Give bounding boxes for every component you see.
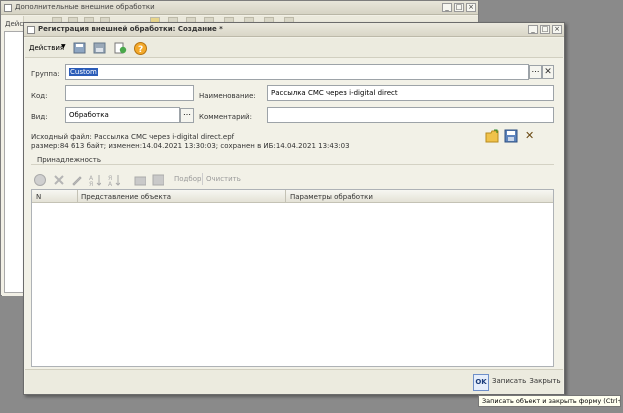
code-field[interactable] xyxy=(65,85,194,101)
table-toolbar: AЯ ЯA Подбор Очистить xyxy=(31,170,554,188)
group-value: Custom xyxy=(69,68,98,76)
save-icon xyxy=(504,129,518,143)
name-value: Рассылка СМС через i-digital direct xyxy=(271,89,398,97)
kind-label: Вид: xyxy=(31,113,48,121)
tab-membership[interactable]: Принадлежность xyxy=(37,156,101,164)
kind-select-button[interactable]: … xyxy=(180,108,194,123)
delete-file-button[interactable]: ✕ xyxy=(525,130,537,143)
group-field[interactable]: Custom xyxy=(65,64,529,80)
svg-text:?: ? xyxy=(138,45,143,55)
ok-tooltip: Записать объект и закрыть форму (Ctrl+En… xyxy=(478,395,621,407)
maximize-icon[interactable]: □ xyxy=(540,25,550,34)
kind-value: Обработка xyxy=(69,111,109,119)
folder-icon xyxy=(485,129,499,143)
column-header-parameters[interactable]: Параметры обработки xyxy=(290,193,373,201)
write-icon xyxy=(93,42,106,54)
save-toolbar-button[interactable] xyxy=(72,41,87,55)
save-file-button[interactable] xyxy=(504,129,519,144)
name-label: Наименование: xyxy=(199,92,256,100)
dialog-footer: OK Записать Закрыть xyxy=(25,369,563,394)
clear-button[interactable]: Очистить xyxy=(206,175,241,183)
actions-menu-label: Действия xyxy=(29,44,65,52)
background-window-title: Дополнительные внешние обработки xyxy=(15,3,155,11)
comment-label: Комментарий: xyxy=(199,113,252,121)
help-icon: ? xyxy=(134,42,147,55)
svg-text:A: A xyxy=(108,181,113,186)
group-clear-button[interactable]: ✕ xyxy=(542,65,554,79)
chevron-down-icon: ▼ xyxy=(61,43,66,50)
sort-ascending-icon[interactable]: AЯ xyxy=(89,174,101,186)
help-button[interactable]: ? xyxy=(133,41,148,55)
close-icon[interactable]: × xyxy=(466,3,476,12)
code-label: Код: xyxy=(31,92,48,100)
copy-document-icon xyxy=(114,42,127,54)
toolbar-divider xyxy=(202,173,203,185)
ok-button[interactable]: OK xyxy=(473,374,489,391)
dialog-toolbar: Действия ▼ ? xyxy=(25,38,563,58)
background-list-frame xyxy=(4,31,24,293)
column-divider xyxy=(77,190,78,203)
background-actions-label: Дейс xyxy=(5,20,24,28)
minimize-icon[interactable]: _ xyxy=(442,3,452,12)
membership-table[interactable]: N Представление объекта Параметры обрабо… xyxy=(31,189,554,367)
dialog-title: Регистрация внешней обработки: Создание … xyxy=(38,25,223,33)
table-header: N Представление объекта Параметры обрабо… xyxy=(32,190,553,203)
column-divider xyxy=(285,190,286,203)
window-icon xyxy=(27,26,35,34)
save-button[interactable]: Записать xyxy=(492,374,526,391)
delete-icon[interactable] xyxy=(53,174,65,186)
select-button[interactable]: Подбор xyxy=(174,175,201,183)
tab-divider xyxy=(31,164,554,165)
maximize-icon[interactable]: □ xyxy=(454,3,464,12)
actions-menu-button[interactable]: Действия ▼ xyxy=(27,41,67,55)
group-select-button[interactable]: … xyxy=(529,65,542,79)
save-icon xyxy=(73,42,86,54)
source-file-details: размер:84 613 байт; изменен:14.04.2021 1… xyxy=(31,142,350,150)
folder-icon[interactable] xyxy=(134,174,146,186)
column-header-object[interactable]: Представление объекта xyxy=(81,193,171,201)
column-header-n[interactable]: N xyxy=(36,193,41,201)
svg-text:Я: Я xyxy=(89,181,93,186)
write-toolbar-button[interactable] xyxy=(92,41,107,55)
open-file-button[interactable] xyxy=(485,129,500,144)
copy-toolbar-button[interactable] xyxy=(113,41,128,55)
dialog-titlebar: Регистрация внешней обработки: Создание … xyxy=(24,23,564,37)
source-file-name: Исходный файл: Рассылка СМС через i-digi… xyxy=(31,133,235,141)
minimize-icon[interactable]: _ xyxy=(528,25,538,34)
close-icon[interactable]: × xyxy=(552,25,562,34)
close-icon: ✕ xyxy=(525,129,535,142)
save-icon[interactable] xyxy=(152,174,164,186)
add-icon[interactable] xyxy=(34,174,46,186)
comment-field[interactable] xyxy=(267,107,554,123)
sort-descending-icon[interactable]: ЯA xyxy=(108,174,120,186)
registration-dialog: Регистрация внешней обработки: Создание … xyxy=(23,22,565,395)
edit-icon[interactable] xyxy=(71,174,83,186)
window-icon xyxy=(4,4,12,12)
name-field[interactable]: Рассылка СМС через i-digital direct xyxy=(267,85,554,101)
background-window-titlebar: Дополнительные внешние обработки _ □ × xyxy=(1,1,478,15)
close-button[interactable]: Закрыть xyxy=(528,374,562,391)
kind-field[interactable]: Обработка xyxy=(65,107,180,123)
group-label: Группа: xyxy=(31,70,60,78)
